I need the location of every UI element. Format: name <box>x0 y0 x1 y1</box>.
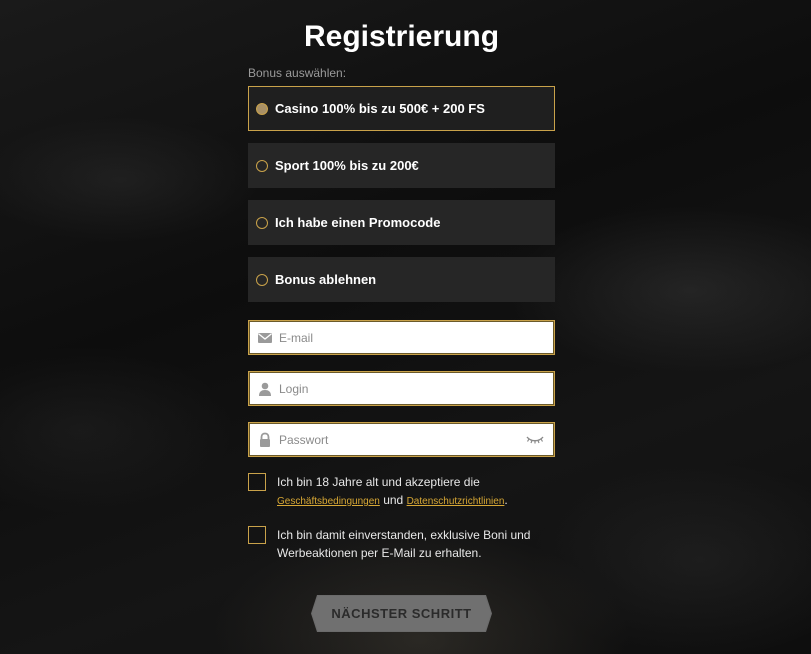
bonus-option-decline[interactable]: Bonus ablehnen <box>248 257 555 302</box>
marketing-consent: Ich bin damit einverstanden, exklusive B… <box>248 526 555 562</box>
login-field-wrapper <box>248 371 555 406</box>
marketing-text: Ich bin damit einverstanden, exklusive B… <box>277 528 531 560</box>
user-icon <box>259 382 271 396</box>
bonus-label: Bonus auswählen: <box>248 66 347 80</box>
lock-icon <box>260 432 270 447</box>
email-input[interactable] <box>279 321 554 354</box>
radio-icon[interactable] <box>256 216 268 229</box>
terms-text: Ich bin 18 Jahre alt und akzeptiere die … <box>277 473 508 511</box>
radio-icon[interactable] <box>256 102 268 115</box>
email-field-wrapper <box>248 320 555 355</box>
terms-link[interactable]: Geschäftsbedingungen <box>277 496 380 507</box>
next-step-button[interactable]: NÄCHSTER SCHRITT <box>311 595 492 632</box>
bonus-option-casino[interactable]: Casino 100% bis zu 500€ + 200 FS <box>248 86 555 131</box>
bonus-option-label: Ich habe einen Promocode <box>275 215 441 230</box>
login-input[interactable] <box>279 372 554 405</box>
bonus-option-sport[interactable]: Sport 100% bis zu 200€ <box>248 143 555 188</box>
terms-checkbox[interactable] <box>248 473 266 491</box>
marketing-checkbox[interactable] <box>248 526 266 544</box>
privacy-link[interactable]: Datenschutzrichtlinien <box>407 496 505 507</box>
radio-icon[interactable] <box>256 159 268 172</box>
bonus-option-label: Sport 100% bis zu 200€ <box>275 158 419 173</box>
page-title: Registrierung <box>303 20 500 53</box>
bonus-option-label: Casino 100% bis zu 500€ + 200 FS <box>275 101 485 116</box>
password-input[interactable] <box>279 423 526 456</box>
envelope-icon <box>258 332 272 343</box>
terms-and: und <box>383 493 404 507</box>
terms-prefix: Ich bin 18 Jahre alt und akzeptiere die <box>277 475 480 489</box>
bonus-option-promocode[interactable]: Ich habe einen Promocode <box>248 200 555 245</box>
password-field-wrapper <box>248 422 555 457</box>
next-step-label: NÄCHSTER SCHRITT <box>331 606 472 621</box>
bonus-option-label: Bonus ablehnen <box>275 272 377 287</box>
terms-suffix: . <box>504 493 508 507</box>
terms-consent: Ich bin 18 Jahre alt und akzeptiere die … <box>248 473 555 511</box>
eye-closed-icon[interactable] <box>526 434 544 446</box>
radio-icon[interactable] <box>256 273 268 286</box>
